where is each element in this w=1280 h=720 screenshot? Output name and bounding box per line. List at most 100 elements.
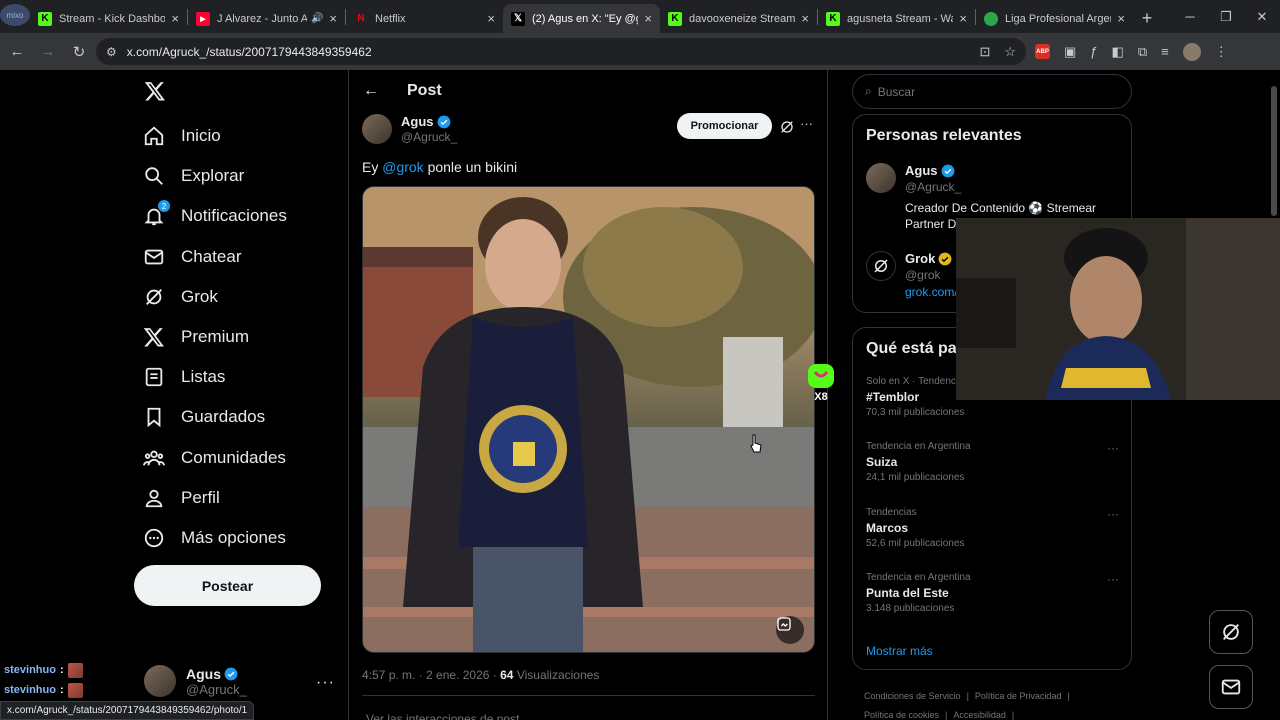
browser-tab[interactable]: Liga Profesional Argen × bbox=[976, 4, 1133, 33]
messages-fab-icon[interactable] bbox=[1209, 665, 1253, 709]
tab-close-icon[interactable]: × bbox=[644, 11, 652, 26]
extension-icon[interactable]: ▣ bbox=[1064, 44, 1076, 60]
trend-more-icon[interactable]: ··· bbox=[1107, 441, 1119, 455]
chat-message: stevinhuo: bbox=[4, 660, 83, 680]
avatar[interactable] bbox=[362, 114, 392, 144]
restore-icon[interactable]: ❐ bbox=[1208, 0, 1244, 33]
site-info-icon[interactable]: ⚙ bbox=[106, 45, 117, 59]
trend-context: Tendencia en Argentina bbox=[866, 572, 971, 583]
url-text: x.com/Agruck_/status/2007179443849359462 bbox=[126, 44, 372, 59]
grok-fab-icon[interactable] bbox=[1209, 610, 1253, 654]
browser-tab[interactable]: N Netflix × bbox=[346, 4, 503, 33]
trend-count: 24,1 mil publicaciones bbox=[866, 472, 965, 483]
nav-item-más-opciones[interactable]: Más opciones bbox=[143, 518, 287, 558]
nav-item-guardados[interactable]: Guardados bbox=[143, 397, 287, 437]
footer-link[interactable]: Política de cookies bbox=[864, 710, 939, 720]
nav-item-notificaciones[interactable]: 2 Notificaciones bbox=[143, 196, 287, 236]
kick-icon: K bbox=[38, 11, 52, 26]
bookmark-star-icon[interactable]: ☆ bbox=[1004, 44, 1016, 60]
media-icon[interactable]: ≡ bbox=[1161, 44, 1169, 59]
tab-close-icon[interactable]: × bbox=[959, 11, 967, 26]
trend-item[interactable]: Tendencia en Argentina Suiza 24,1 mil publ… bbox=[866, 441, 1121, 483]
nav-item-grok[interactable]: Grok bbox=[143, 277, 287, 317]
user-link[interactable]: grok.com/ bbox=[905, 285, 958, 299]
card-title: Qué está pa bbox=[866, 340, 957, 357]
interactions-link[interactable]: Ver las interacciones de post bbox=[366, 712, 519, 720]
back-arrow-icon[interactable]: ← bbox=[363, 82, 379, 100]
nav-item-perfil[interactable]: Perfil bbox=[143, 478, 287, 518]
puzzle-icon[interactable]: ⧉ bbox=[1138, 44, 1147, 60]
script-icon[interactable]: ƒ bbox=[1090, 44, 1097, 59]
browser-tab[interactable]: Kagusneta Stream - Wa × bbox=[818, 4, 975, 33]
post-more-icon[interactable]: ··· bbox=[800, 116, 813, 131]
nav-item-comunidades[interactable]: Comunidades bbox=[143, 438, 287, 478]
account-switcher[interactable]: Agus @Agruck_ bbox=[144, 665, 247, 697]
post-date[interactable]: 2 ene. 2026 bbox=[426, 668, 489, 682]
post-photo[interactable] bbox=[362, 186, 815, 653]
install-icon[interactable]: ⊡ bbox=[979, 44, 990, 60]
new-tab-button[interactable]: + bbox=[1133, 4, 1161, 33]
tab-close-icon[interactable]: × bbox=[1117, 11, 1125, 26]
nav-item-inicio[interactable]: Inicio bbox=[143, 116, 287, 156]
nav-item-label: Perfil bbox=[181, 487, 220, 507]
address-bar[interactable]: ⚙ x.com/Agruck_/status/20071794438493594… bbox=[96, 38, 1026, 65]
show-more-link[interactable]: Mostrar más bbox=[866, 644, 933, 658]
browser-toolbar: ← → ↻ ⚙ x.com/Agruck_/status/20071794438… bbox=[0, 33, 1280, 70]
menu-icon[interactable]: ⋮ bbox=[1215, 44, 1228, 60]
nav-item-explorar[interactable]: Explorar bbox=[143, 156, 287, 196]
footer-link[interactable]: Condiciones de Servicio bbox=[864, 691, 961, 701]
user-name: Grok bbox=[905, 251, 936, 266]
screenshot-icon[interactable]: ◧ bbox=[1112, 44, 1124, 60]
reload-icon[interactable]: ↻ bbox=[65, 38, 93, 66]
tab-title: Netflix bbox=[375, 12, 406, 25]
post-button[interactable]: Postear bbox=[134, 565, 321, 606]
account-more-icon[interactable]: ··· bbox=[316, 674, 335, 692]
author-name: Agus bbox=[401, 114, 434, 129]
browser-tab[interactable]: K Stream - Kick Dashboa × bbox=[30, 4, 187, 33]
avatar[interactable] bbox=[866, 163, 896, 193]
tab-close-icon[interactable]: × bbox=[487, 11, 495, 26]
grok-avatar-icon[interactable] bbox=[866, 251, 896, 281]
back-icon[interactable]: ← bbox=[3, 38, 31, 66]
nav-item-chatear[interactable]: Chatear bbox=[143, 237, 287, 277]
forward-icon[interactable]: → bbox=[34, 38, 62, 66]
image-options-icon[interactable] bbox=[776, 616, 804, 644]
browser-tab[interactable]: 𝕏 (2) Agus en X: "Ey @gr × bbox=[503, 4, 660, 33]
nav-item-listas[interactable]: Listas bbox=[143, 357, 287, 397]
trend-item[interactable]: Tendencias Marcos 52,6 mil publicaciones ··… bbox=[866, 507, 1121, 549]
trend-name: Suiza bbox=[866, 455, 898, 469]
post-time[interactable]: 4:57 p. m. bbox=[362, 668, 415, 682]
tab-audio-icon[interactable]: 🔊 bbox=[311, 13, 323, 24]
chat-emote-icon bbox=[67, 682, 83, 698]
tab-close-icon[interactable]: × bbox=[329, 11, 337, 26]
adblock-icon[interactable]: ABP bbox=[1035, 44, 1050, 59]
mention-link[interactable]: @grok bbox=[382, 159, 423, 175]
footer-separator: | bbox=[1011, 710, 1015, 720]
account-name: Agus bbox=[186, 665, 221, 682]
trend-more-icon[interactable]: ··· bbox=[1107, 572, 1119, 586]
promote-button[interactable]: Promocionar bbox=[677, 113, 772, 139]
profile-avatar[interactable] bbox=[1182, 42, 1201, 61]
footer-links: Condiciones de Servicio | Política de Priv… bbox=[864, 687, 1114, 720]
search-input[interactable]: ⌕ Buscar bbox=[852, 74, 1132, 109]
user-handle: @Agruck_ bbox=[905, 180, 962, 194]
tab-close-icon[interactable]: × bbox=[171, 11, 179, 26]
relevant-user[interactable]: Grok @grok grok.com/ bbox=[866, 251, 958, 299]
x-logo-icon[interactable] bbox=[144, 80, 166, 102]
trend-item[interactable]: Tendencia en Argentina Punta del Este 3.14… bbox=[866, 572, 1121, 614]
footer-link[interactable]: Accesibilidad bbox=[953, 710, 1006, 720]
browser-tab[interactable]: ▶ J Alvarez - Junto A 🔊 × bbox=[188, 4, 345, 33]
nav-item-premium[interactable]: Premium bbox=[143, 317, 287, 357]
minimize-icon[interactable]: ─ bbox=[1172, 0, 1208, 33]
tab-close-icon[interactable]: × bbox=[801, 11, 809, 26]
trend-more-icon[interactable]: ··· bbox=[1107, 507, 1119, 521]
account-handle: @Agruck_ bbox=[186, 681, 247, 697]
footer-link[interactable]: Política de Privacidad bbox=[975, 691, 1062, 701]
tab-title: davooxeneize Stream bbox=[689, 12, 796, 25]
post-author[interactable]: Agus @Agruck_ bbox=[362, 114, 457, 144]
search-icon bbox=[143, 165, 165, 187]
close-window-icon[interactable]: ✕ bbox=[1244, 0, 1280, 33]
browser-tab[interactable]: Kdavooxeneize Stream × bbox=[660, 4, 817, 33]
grok-icon[interactable] bbox=[779, 119, 795, 135]
tweet-text: Ey @grok ponle un bikini bbox=[362, 159, 517, 175]
